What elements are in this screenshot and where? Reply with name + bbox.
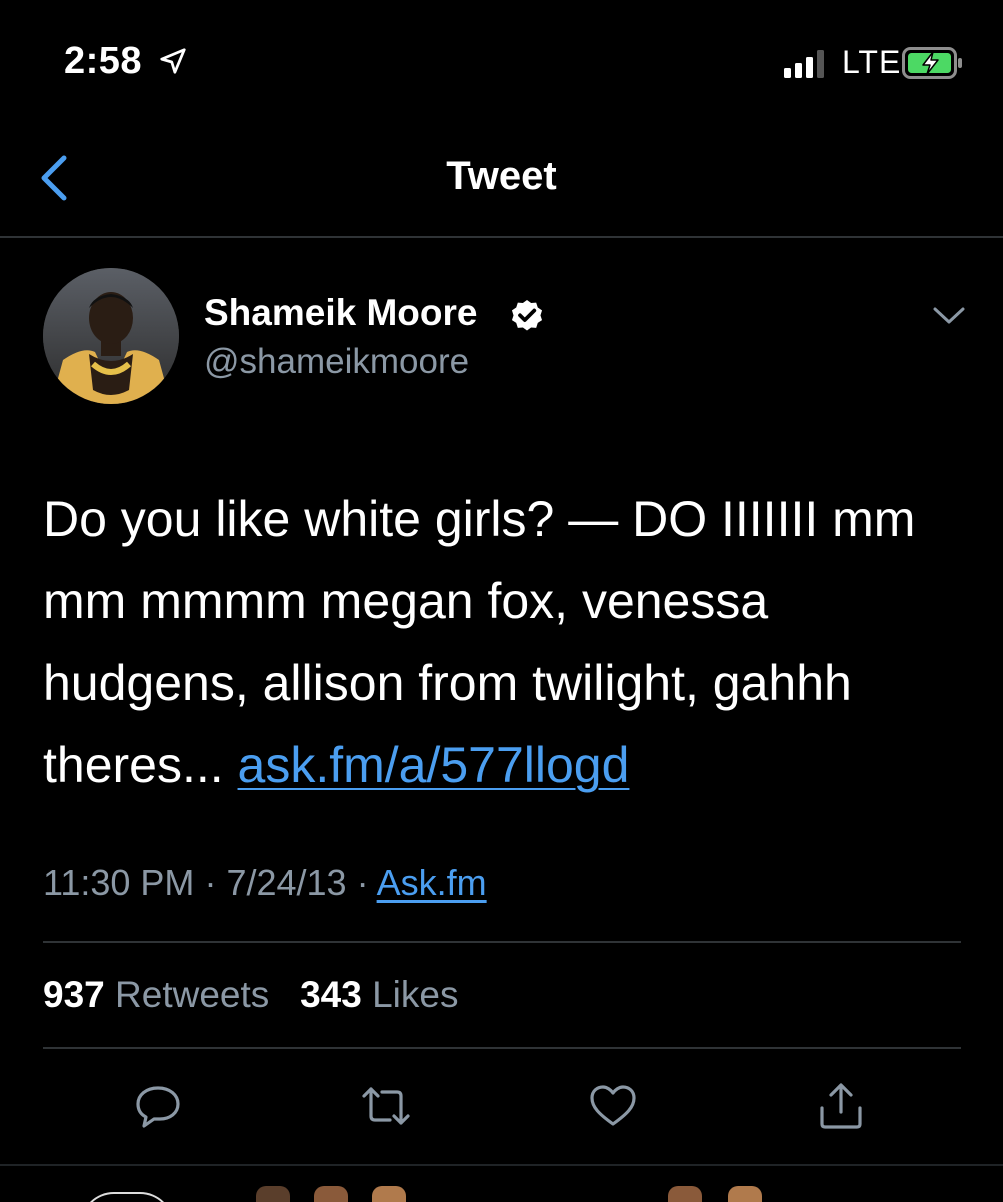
tweet-time: 11:30 PM — [43, 862, 195, 903]
author-display-name[interactable]: Shameik Moore — [204, 292, 477, 334]
location-arrow-icon — [160, 48, 186, 74]
battery-charging-icon — [902, 47, 962, 79]
likes-count: 343 — [300, 974, 362, 1015]
likes-stat[interactable]: 343 Likes — [300, 974, 458, 1015]
share-button[interactable] — [813, 1078, 869, 1134]
nav-bar: Tweet — [0, 120, 1003, 238]
reply-button[interactable] — [130, 1078, 186, 1134]
meta-separator: · — [356, 862, 369, 903]
network-type: LTE — [842, 44, 902, 80]
tweet-text: Do you like white girls? — DO IIIIIII mm… — [43, 478, 973, 806]
avatar[interactable] — [43, 268, 179, 404]
tweet-metadata: 11:30 PM · 7/24/13 · Ask.fm — [43, 862, 487, 904]
page-title: Tweet — [446, 154, 557, 198]
tweet-stats: 937 Retweets 343 Likes — [43, 974, 459, 1016]
avatar-outline — [80, 1192, 174, 1202]
reply-icon — [136, 1086, 180, 1128]
avatar-photo — [43, 268, 179, 404]
retweets-stat[interactable]: 937 Retweets — [43, 974, 269, 1015]
retweet-icon — [362, 1087, 410, 1125]
retweets-label: Retweets — [115, 974, 270, 1015]
cellular-signal-icon — [784, 50, 824, 78]
tweet-link[interactable]: ask.fm/a/577llogd — [238, 737, 630, 793]
next-tweet-preview — [0, 1164, 1003, 1202]
chevron-down-icon[interactable] — [930, 300, 968, 330]
meta-separator: · — [204, 862, 217, 903]
author-handle[interactable]: @shameikmoore — [204, 342, 469, 382]
tweet-date: 7/24/13 — [226, 862, 347, 903]
divider — [43, 941, 961, 943]
like-button[interactable] — [585, 1078, 641, 1134]
retweet-button[interactable] — [358, 1078, 414, 1134]
status-time: 2:58 — [64, 40, 143, 82]
like-icon — [590, 1085, 636, 1126]
retweets-count: 937 — [43, 974, 105, 1015]
verified-badge-icon — [511, 299, 543, 331]
share-icon — [820, 1083, 862, 1129]
divider — [43, 1047, 961, 1049]
likes-label: Likes — [372, 974, 459, 1015]
status-bar: 2:58 LTE — [0, 0, 1003, 120]
tweet-source-link[interactable]: Ask.fm — [377, 862, 487, 903]
